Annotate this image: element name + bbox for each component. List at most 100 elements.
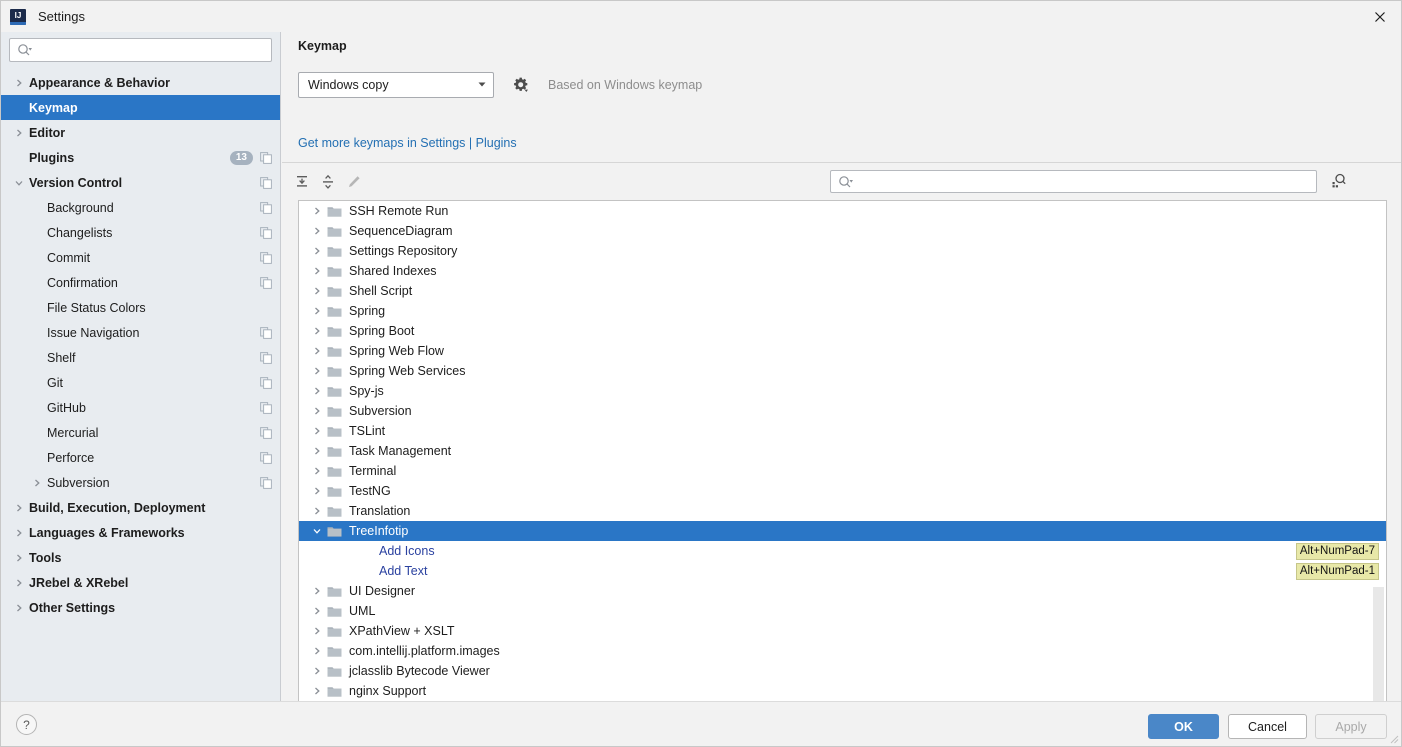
chevron-right-icon[interactable]: [310, 386, 324, 396]
chevron-right-icon[interactable]: [310, 306, 324, 316]
chevron-down-icon[interactable]: [11, 178, 27, 188]
sidebar-search-input[interactable]: [9, 38, 272, 62]
copy-settings-icon[interactable]: [259, 476, 272, 489]
keymap-group-row[interactable]: Spring Web Services: [299, 361, 1386, 381]
keymap-group-row[interactable]: Terminal: [299, 461, 1386, 481]
chevron-right-icon[interactable]: [11, 503, 27, 513]
keymap-group-row[interactable]: TreeInfotip: [299, 521, 1386, 541]
keymap-action-row[interactable]: Add Icons Alt+NumPad-7: [299, 541, 1386, 561]
chevron-right-icon[interactable]: [310, 286, 324, 296]
sidebar-item-perforce[interactable]: Perforce: [1, 445, 280, 470]
copy-settings-icon[interactable]: [259, 276, 272, 289]
gear-dropdown-icon[interactable]: [511, 75, 531, 95]
chevron-right-icon[interactable]: [11, 603, 27, 613]
chevron-right-icon[interactable]: [310, 506, 324, 516]
keymap-group-row[interactable]: Settings Repository: [299, 241, 1386, 261]
sidebar-item-file-status-colors[interactable]: File Status Colors: [1, 295, 280, 320]
keymap-group-row[interactable]: com.intellij.platform.images: [299, 641, 1386, 661]
copy-settings-icon[interactable]: [259, 251, 272, 264]
sidebar-item-plugins[interactable]: Plugins 13: [1, 145, 280, 170]
chevron-right-icon[interactable]: [310, 206, 324, 216]
sidebar-item-git[interactable]: Git: [1, 370, 280, 395]
keymap-group-row[interactable]: SequenceDiagram: [299, 221, 1386, 241]
chevron-right-icon[interactable]: [310, 326, 324, 336]
sidebar-item-confirmation[interactable]: Confirmation: [1, 270, 280, 295]
keymap-group-row[interactable]: Translation: [299, 501, 1386, 521]
resize-grip[interactable]: [1387, 732, 1399, 744]
chevron-right-icon[interactable]: [310, 346, 324, 356]
chevron-right-icon[interactable]: [310, 686, 324, 696]
keymap-search-input[interactable]: [830, 170, 1317, 193]
sidebar-item-background[interactable]: Background: [1, 195, 280, 220]
keymap-group-row[interactable]: Shell Script: [299, 281, 1386, 301]
keymap-group-row[interactable]: UI Designer: [299, 581, 1386, 601]
keymap-group-row[interactable]: Subversion: [299, 401, 1386, 421]
keymap-action-row[interactable]: Add Text Alt+NumPad-1: [299, 561, 1386, 581]
chevron-right-icon[interactable]: [29, 478, 45, 488]
sidebar-item-jrebel-xrebel[interactable]: JRebel & XRebel: [1, 570, 280, 595]
expand-all-icon[interactable]: [291, 171, 313, 193]
chevron-right-icon[interactable]: [11, 528, 27, 538]
chevron-right-icon[interactable]: [11, 578, 27, 588]
copy-settings-icon[interactable]: [259, 426, 272, 439]
cancel-button[interactable]: Cancel: [1228, 714, 1307, 739]
copy-settings-icon[interactable]: [259, 176, 272, 189]
chevron-right-icon[interactable]: [310, 446, 324, 456]
copy-settings-icon[interactable]: [259, 226, 272, 239]
help-button[interactable]: ?: [16, 714, 37, 735]
chevron-right-icon[interactable]: [11, 553, 27, 563]
chevron-right-icon[interactable]: [310, 486, 324, 496]
keymap-group-row[interactable]: Task Management: [299, 441, 1386, 461]
chevron-right-icon[interactable]: [310, 406, 324, 416]
get-more-keymaps-link[interactable]: Get more keymaps in Settings | Plugins: [298, 136, 517, 150]
chevron-right-icon[interactable]: [310, 666, 324, 676]
sidebar-item-tools[interactable]: Tools: [1, 545, 280, 570]
sidebar-item-commit[interactable]: Commit: [1, 245, 280, 270]
chevron-right-icon[interactable]: [11, 128, 27, 138]
keymap-group-row[interactable]: Spring Web Flow: [299, 341, 1386, 361]
keymap-group-row[interactable]: XPathView + XSLT: [299, 621, 1386, 641]
sidebar-item-languages-frameworks[interactable]: Languages & Frameworks: [1, 520, 280, 545]
sidebar-item-github[interactable]: GitHub: [1, 395, 280, 420]
copy-settings-icon[interactable]: [259, 151, 272, 164]
chevron-right-icon[interactable]: [310, 586, 324, 596]
sidebar-item-other-settings[interactable]: Other Settings: [1, 595, 280, 620]
copy-settings-icon[interactable]: [259, 326, 272, 339]
keymap-group-row[interactable]: Spring Boot: [299, 321, 1386, 341]
find-by-shortcut-icon[interactable]: [1327, 169, 1351, 193]
chevron-right-icon[interactable]: [310, 646, 324, 656]
sidebar-item-issue-navigation[interactable]: Issue Navigation: [1, 320, 280, 345]
chevron-right-icon[interactable]: [11, 78, 27, 88]
keymap-group-row[interactable]: SSH Remote Run: [299, 201, 1386, 221]
chevron-right-icon[interactable]: [310, 606, 324, 616]
sidebar-item-build-execution-deployment[interactable]: Build, Execution, Deployment: [1, 495, 280, 520]
keymap-group-row[interactable]: Spring: [299, 301, 1386, 321]
sidebar-item-keymap[interactable]: Keymap: [1, 95, 280, 120]
sidebar-item-version-control[interactable]: Version Control: [1, 170, 280, 195]
ok-button[interactable]: OK: [1148, 714, 1219, 739]
chevron-right-icon[interactable]: [310, 266, 324, 276]
sidebar-item-editor[interactable]: Editor: [1, 120, 280, 145]
copy-settings-icon[interactable]: [259, 351, 272, 364]
chevron-right-icon[interactable]: [310, 226, 324, 236]
keymap-group-row[interactable]: TSLint: [299, 421, 1386, 441]
keymap-group-row[interactable]: TestNG: [299, 481, 1386, 501]
keymap-group-row[interactable]: jclasslib Bytecode Viewer: [299, 661, 1386, 681]
chevron-right-icon[interactable]: [310, 626, 324, 636]
sidebar-item-subversion[interactable]: Subversion: [1, 470, 280, 495]
copy-settings-icon[interactable]: [259, 401, 272, 414]
keymap-group-row[interactable]: UML: [299, 601, 1386, 621]
collapse-all-icon[interactable]: [317, 171, 339, 193]
keymap-dropdown[interactable]: Windows copy: [298, 72, 494, 98]
chevron-down-icon[interactable]: [310, 526, 324, 536]
close-icon[interactable]: [1357, 1, 1401, 32]
chevron-right-icon[interactable]: [310, 366, 324, 376]
keymap-group-row[interactable]: nginx Support: [299, 681, 1386, 701]
sidebar-item-shelf[interactable]: Shelf: [1, 345, 280, 370]
sidebar-item-mercurial[interactable]: Mercurial: [1, 420, 280, 445]
copy-settings-icon[interactable]: [259, 376, 272, 389]
tree-scrollbar-thumb[interactable]: [1373, 587, 1384, 704]
chevron-right-icon[interactable]: [310, 466, 324, 476]
copy-settings-icon[interactable]: [259, 201, 272, 214]
keymap-group-row[interactable]: Shared Indexes: [299, 261, 1386, 281]
